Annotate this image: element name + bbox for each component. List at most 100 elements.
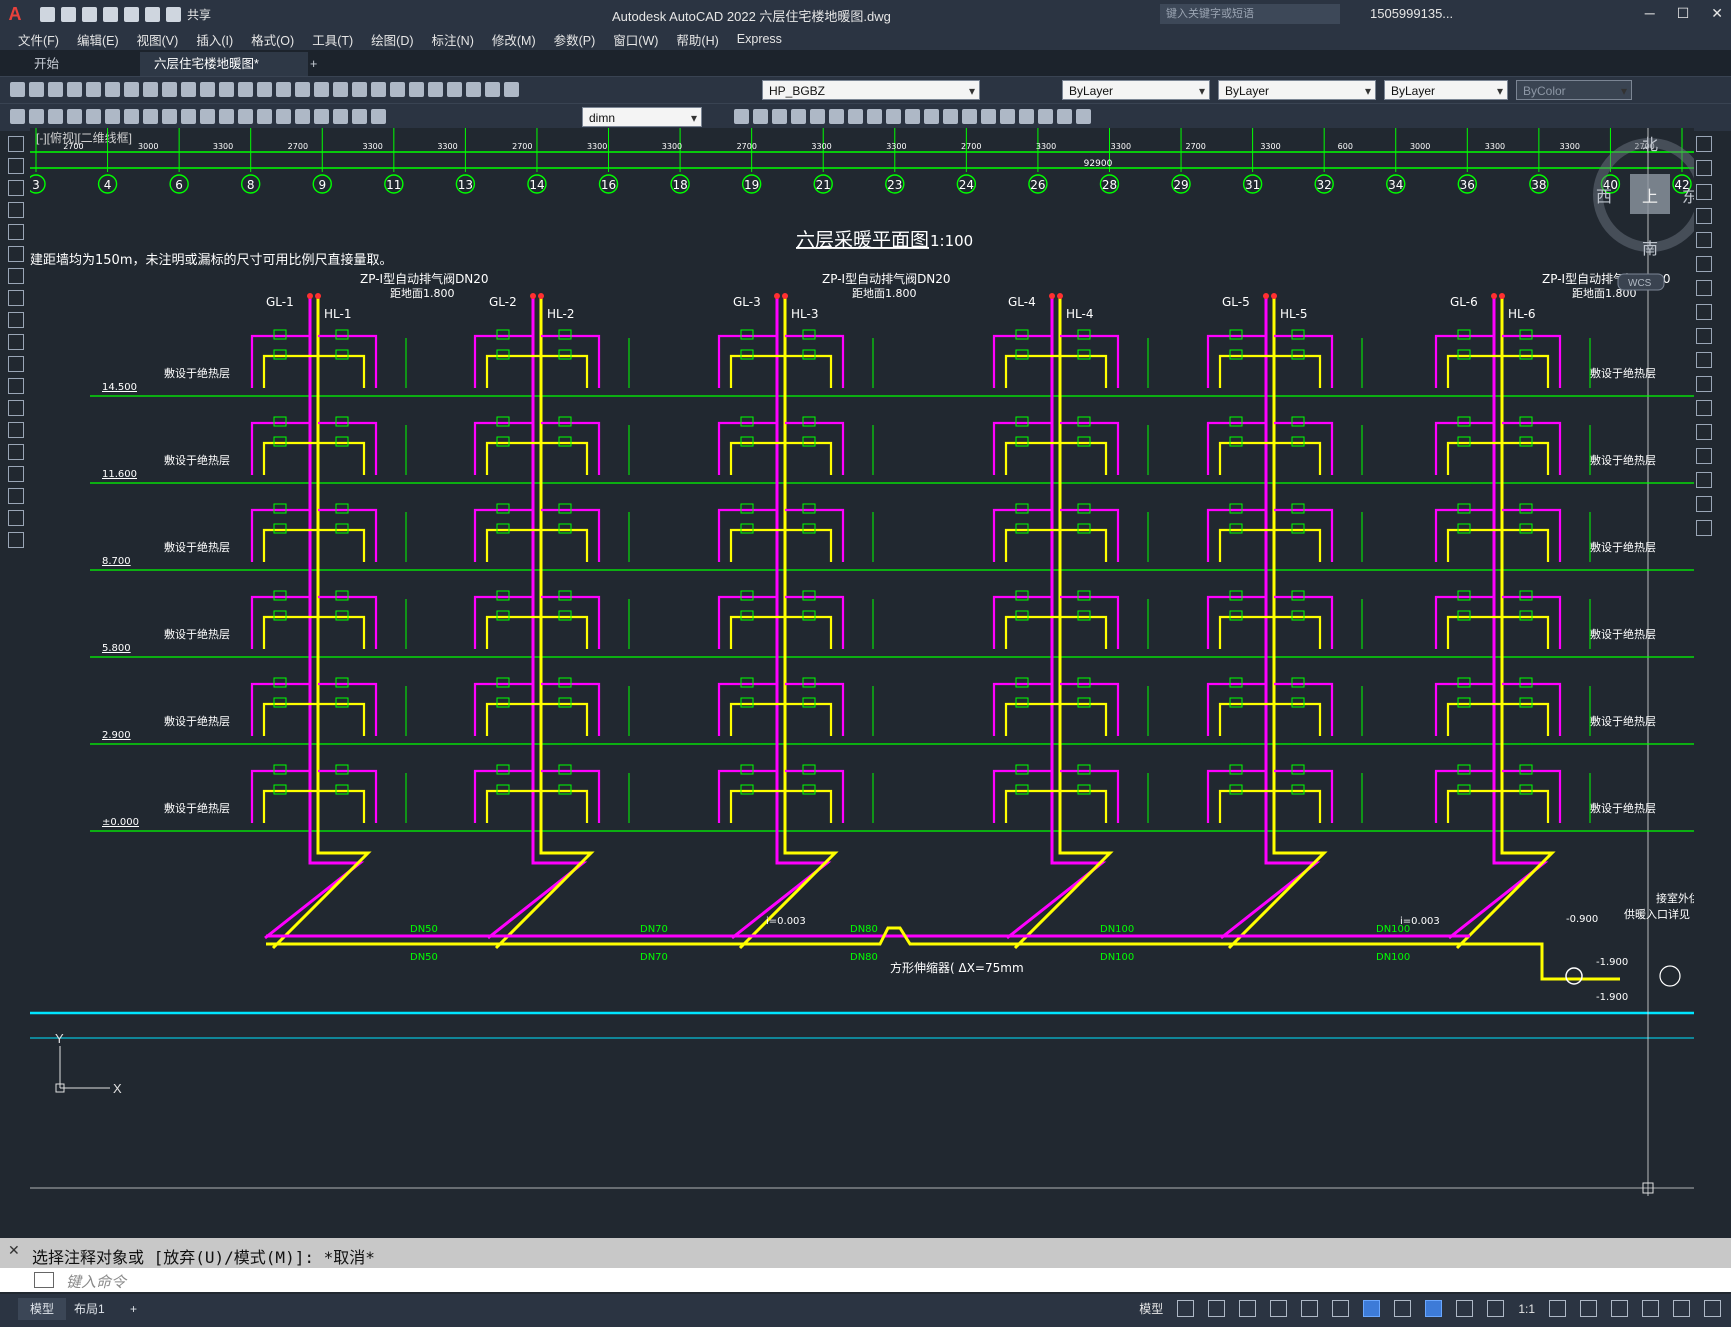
chamfer-icon[interactable] bbox=[1696, 448, 1712, 464]
insert-icon[interactable] bbox=[1038, 109, 1053, 124]
dim-ordinate-icon[interactable] bbox=[67, 109, 82, 124]
bulb-icon[interactable] bbox=[447, 82, 462, 97]
dim-break-icon[interactable] bbox=[238, 109, 253, 124]
dimstyle-select[interactable]: dimn bbox=[582, 107, 702, 128]
save-icon[interactable] bbox=[48, 82, 63, 97]
dim-edit-icon[interactable] bbox=[333, 109, 348, 124]
copy-obj-icon[interactable] bbox=[734, 109, 749, 124]
spline-icon[interactable] bbox=[8, 312, 24, 328]
lock-icon[interactable] bbox=[504, 82, 519, 97]
ortho-icon[interactable] bbox=[1239, 1300, 1257, 1317]
ellipse-arc-icon[interactable] bbox=[8, 356, 24, 372]
isolate-icon[interactable] bbox=[1611, 1300, 1628, 1317]
grid-icon[interactable] bbox=[1177, 1300, 1195, 1317]
quick-dim-icon[interactable] bbox=[162, 109, 177, 124]
compass-west[interactable]: 西 bbox=[1596, 187, 1612, 206]
menu-help[interactable]: 帮助(H) bbox=[676, 30, 718, 49]
menu-tools[interactable]: 工具(T) bbox=[312, 30, 353, 49]
annotation-visibility-icon[interactable] bbox=[1425, 1300, 1443, 1317]
hatch-icon[interactable] bbox=[8, 444, 24, 460]
move-icon[interactable] bbox=[810, 109, 825, 124]
properties-icon[interactable] bbox=[295, 82, 310, 97]
dim-jogged-icon[interactable] bbox=[105, 109, 120, 124]
rectangle-icon[interactable] bbox=[8, 224, 24, 240]
osnap-icon[interactable] bbox=[1301, 1300, 1319, 1317]
join-icon[interactable] bbox=[1696, 424, 1712, 440]
annotation-scale-icon[interactable] bbox=[1487, 1300, 1505, 1317]
paste-icon[interactable] bbox=[162, 82, 177, 97]
layer-manager-icon[interactable] bbox=[428, 82, 443, 97]
markup-icon[interactable] bbox=[371, 82, 386, 97]
center-mark-icon[interactable] bbox=[276, 109, 291, 124]
menu-file[interactable]: 文件(F) bbox=[18, 30, 59, 49]
dim-radius-icon[interactable] bbox=[86, 109, 101, 124]
command-input[interactable]: 键入命令 bbox=[66, 1271, 126, 1292]
plotstyle-select[interactable]: ByColor bbox=[1516, 80, 1632, 101]
arc-icon[interactable] bbox=[8, 246, 24, 262]
help-icon[interactable] bbox=[409, 82, 424, 97]
freeze-icon[interactable] bbox=[485, 82, 500, 97]
drawing-canvas[interactable]: [-][俯视][二维线框] 3 4 6 8 9 11 13 14 16 18 19 21 23 24 26 2… bbox=[30, 128, 1694, 1236]
extend-icon[interactable] bbox=[1696, 376, 1712, 392]
dim-arc-icon[interactable] bbox=[48, 109, 63, 124]
plot-icon[interactable] bbox=[124, 6, 139, 22]
tool-palette-icon[interactable] bbox=[333, 82, 348, 97]
tab-layout1[interactable]: 布局1 bbox=[62, 1298, 117, 1320]
selection-cycling-icon[interactable] bbox=[1363, 1300, 1381, 1317]
extend-icon[interactable] bbox=[905, 109, 920, 124]
redo-icon[interactable] bbox=[166, 6, 181, 22]
insert-block-icon[interactable] bbox=[8, 378, 24, 394]
otrack-icon[interactable] bbox=[1332, 1300, 1350, 1317]
dim-space-icon[interactable] bbox=[219, 109, 234, 124]
layer-select[interactable]: HP_BGBZ bbox=[762, 80, 980, 101]
menu-draw[interactable]: 绘图(D) bbox=[371, 30, 413, 49]
sheet-set-icon[interactable] bbox=[352, 82, 367, 97]
copy-icon[interactable] bbox=[143, 82, 158, 97]
command-prompt-icon[interactable] bbox=[34, 1272, 54, 1288]
customization-icon[interactable] bbox=[1704, 1300, 1721, 1317]
menu-parameters[interactable]: 参数(P) bbox=[554, 30, 596, 49]
explode-icon[interactable] bbox=[1000, 109, 1015, 124]
array-icon[interactable] bbox=[791, 109, 806, 124]
gradient-icon[interactable] bbox=[8, 466, 24, 482]
jog-line-icon[interactable] bbox=[314, 109, 329, 124]
break-icon[interactable] bbox=[924, 109, 939, 124]
close-cmd-icon[interactable]: ✕ bbox=[8, 1242, 20, 1259]
dim-angular-icon[interactable] bbox=[143, 109, 158, 124]
undo-icon[interactable] bbox=[200, 82, 215, 97]
open-icon[interactable] bbox=[29, 82, 44, 97]
compass-south[interactable]: 南 bbox=[1642, 239, 1658, 258]
menu-modify[interactable]: 修改(M) bbox=[492, 30, 536, 49]
polyline-icon[interactable] bbox=[8, 180, 24, 196]
trim-icon[interactable] bbox=[886, 109, 901, 124]
lineweight-select[interactable]: ByLayer bbox=[1384, 80, 1508, 101]
redo-icon[interactable] bbox=[219, 82, 234, 97]
erase-icon[interactable] bbox=[1696, 136, 1712, 152]
fillet-icon[interactable] bbox=[981, 109, 996, 124]
sun-icon[interactable] bbox=[466, 82, 481, 97]
pan-icon[interactable] bbox=[238, 82, 253, 97]
break-icon[interactable] bbox=[1696, 400, 1712, 416]
help-search-input[interactable]: 键入关键字或短语 bbox=[1160, 4, 1340, 24]
line-icon[interactable] bbox=[8, 136, 24, 152]
preview-icon[interactable] bbox=[86, 82, 101, 97]
dim-continue-icon[interactable] bbox=[200, 109, 215, 124]
array-icon[interactable] bbox=[1696, 232, 1712, 248]
model-space-button[interactable]: 模型 bbox=[1139, 1300, 1163, 1317]
compass-north[interactable]: 北 bbox=[1642, 135, 1658, 154]
dim-aligned-icon[interactable] bbox=[29, 109, 44, 124]
tolerance-icon[interactable] bbox=[257, 109, 272, 124]
tab-drawing[interactable]: 六层住宅楼地暖图* bbox=[140, 52, 308, 76]
dim-diameter-icon[interactable] bbox=[124, 109, 139, 124]
ellipse-icon[interactable] bbox=[8, 334, 24, 350]
construction-line-icon[interactable] bbox=[8, 158, 24, 174]
tab-model[interactable]: 模型 bbox=[18, 1298, 67, 1320]
snap-icon[interactable] bbox=[1208, 1300, 1226, 1317]
polygon-icon[interactable] bbox=[8, 202, 24, 218]
menu-dimension[interactable]: 标注(N) bbox=[432, 30, 474, 49]
annotation-scale-value[interactable]: 1:1 bbox=[1518, 1302, 1535, 1316]
cut-icon[interactable] bbox=[124, 82, 139, 97]
explode-icon[interactable] bbox=[1696, 520, 1712, 536]
open-icon[interactable] bbox=[61, 6, 76, 22]
viewcube-top[interactable]: 上 bbox=[1642, 187, 1658, 206]
